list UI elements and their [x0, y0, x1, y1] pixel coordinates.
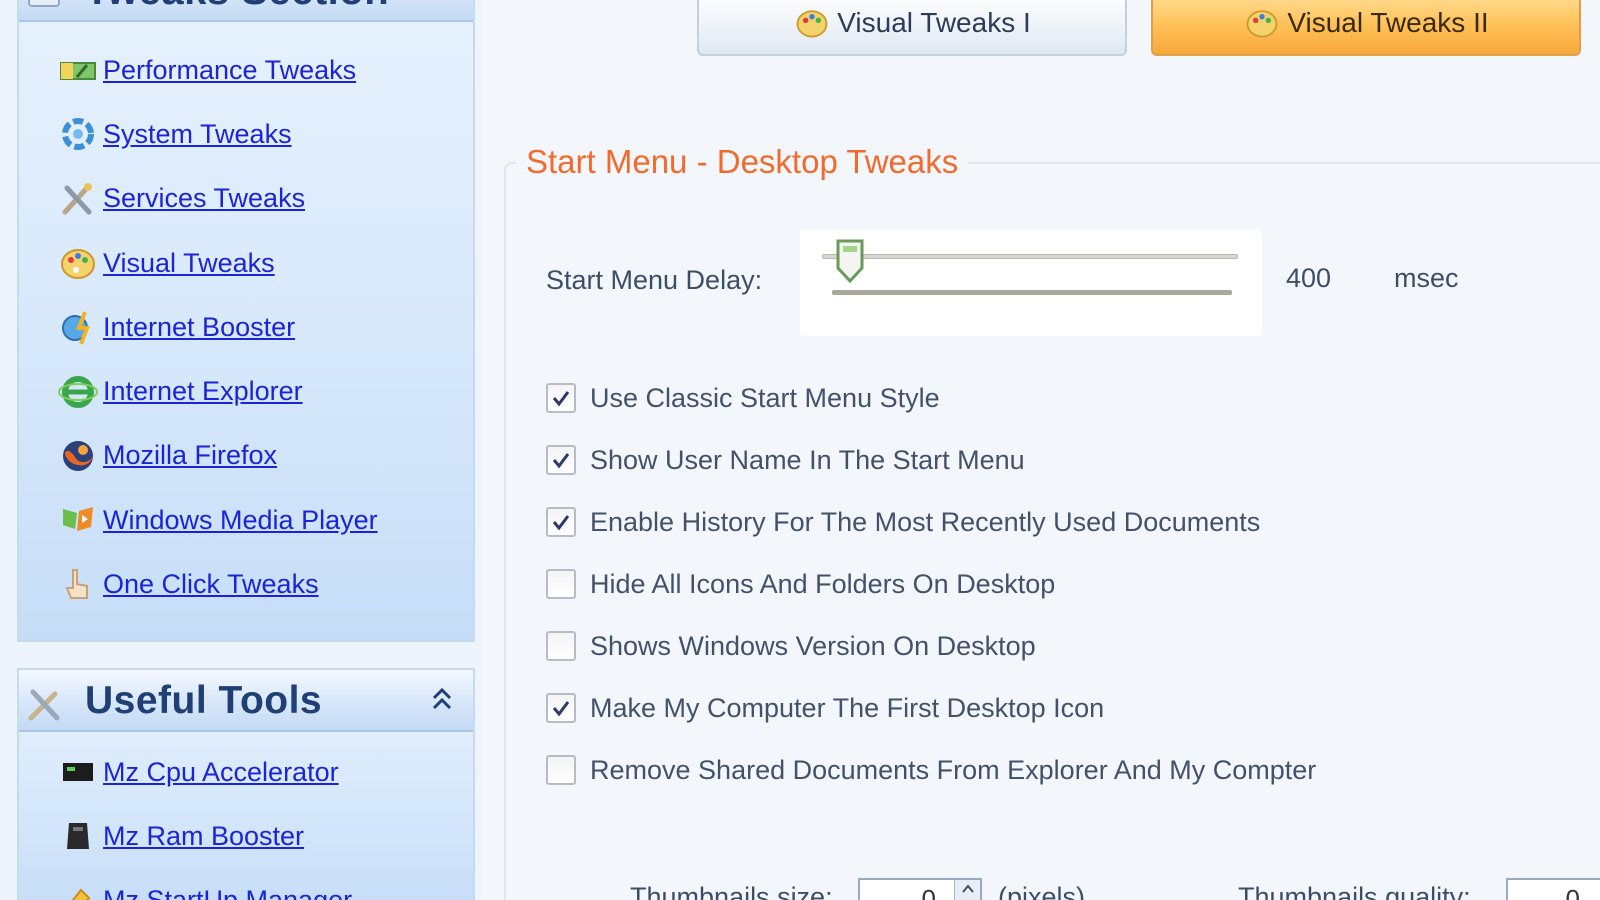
- option-row[interactable]: Enable History For The Most Recently Use…: [546, 502, 1260, 542]
- option-row[interactable]: Make My Computer The First Desktop Icon: [546, 688, 1104, 728]
- sidebar-item-mozilla-firefox[interactable]: Mozilla Firefox: [19, 424, 473, 488]
- internet-explorer-icon: [58, 375, 98, 408]
- sidebar-item-label[interactable]: System Tweaks: [103, 119, 292, 150]
- slider-track[interactable]: [822, 254, 1238, 259]
- sidebar-item-label[interactable]: One Click Tweaks: [103, 569, 319, 600]
- tweaks-panel-title: Tweaks Section: [85, 0, 389, 14]
- checkmark-icon: [552, 701, 570, 717]
- sidebar-item-visual-tweaks[interactable]: Visual Tweaks: [19, 231, 473, 295]
- sidebar-item-ram-booster[interactable]: Mz Ram Booster: [19, 804, 473, 868]
- sidebar-item-label[interactable]: Mozilla Firefox: [103, 440, 277, 471]
- slider-tick-bar: [832, 290, 1232, 295]
- system-icon: [62, 118, 94, 151]
- chevron-up-icon[interactable]: [955, 880, 981, 898]
- checkbox-checked[interactable]: [546, 383, 576, 413]
- option-row[interactable]: Show User Name In The Start Menu: [546, 440, 1025, 480]
- sidebar-item-label[interactable]: Mz Cpu Accelerator: [103, 757, 339, 788]
- sidebar-item-one-click-tweaks[interactable]: One Click Tweaks: [19, 552, 473, 616]
- option-label: Make My Computer The First Desktop Icon: [590, 692, 1105, 723]
- thumbnails-quality-value: 0: [1565, 884, 1580, 900]
- delay-value: 400: [1286, 263, 1332, 293]
- thumbnails-size-stepper[interactable]: 0: [858, 878, 982, 900]
- sidebar-item-label[interactable]: Visual Tweaks: [103, 248, 275, 279]
- sidebar-item-internet-explorer[interactable]: Internet Explorer: [19, 359, 473, 423]
- checkbox-unchecked[interactable]: [546, 631, 576, 661]
- thumbnails-quality-label: Thumbnails quality:: [1238, 882, 1471, 900]
- palette-icon: [61, 249, 95, 280]
- checkbox-unchecked[interactable]: [546, 569, 576, 599]
- checkmark-icon: [552, 515, 570, 531]
- palette-icon: [1246, 10, 1278, 38]
- option-row[interactable]: Use Classic Start Menu Style: [546, 378, 940, 418]
- thumbnails-size-unit: (pixels): [998, 882, 1086, 900]
- media-player-icon: [63, 507, 93, 532]
- tab-visual-tweaks-1[interactable]: Visual Tweaks I: [697, 0, 1127, 56]
- useful-tools-panel: Useful Tools Mz Cpu Accelerator Mz Ram B…: [17, 668, 475, 900]
- sidebar-item-startup-manager[interactable]: Mz StartUp Manager: [19, 869, 473, 900]
- sidebar-item-label[interactable]: Mz Ram Booster: [103, 821, 304, 852]
- ram-icon: [67, 823, 89, 850]
- one-click-icon: [65, 568, 88, 599]
- sidebar-item-label[interactable]: Internet Explorer: [103, 376, 303, 407]
- tweaks-nav-list: Performance Tweaks System Tweaks Service…: [19, 38, 473, 617]
- option-label: Enable History For The Most Recently Use…: [590, 506, 1261, 537]
- tools-icon: [28, 689, 60, 721]
- tab-visual-tweaks-2[interactable]: Visual Tweaks II: [1151, 0, 1581, 56]
- performance-icon: [60, 62, 96, 81]
- sidebar-item-label[interactable]: Internet Booster: [103, 312, 295, 343]
- useful-tools-panel-header[interactable]: Useful Tools: [19, 670, 473, 732]
- sidebar-item-cpu-accelerator[interactable]: Mz Cpu Accelerator: [19, 740, 473, 804]
- sidebar-item-label[interactable]: Performance Tweaks: [103, 55, 356, 86]
- option-row[interactable]: Remove Shared Documents From Explorer An…: [546, 750, 1316, 790]
- checkbox-unchecked[interactable]: [546, 755, 576, 785]
- sidebar-item-performance-tweaks[interactable]: Performance Tweaks: [19, 38, 473, 102]
- thumbnails-size-value: 0: [921, 884, 936, 900]
- delay-unit: msec: [1394, 263, 1459, 293]
- start-menu-delay-label: Start Menu Delay:: [546, 265, 763, 295]
- services-icon: [62, 182, 92, 215]
- checkmark-icon: [552, 391, 570, 407]
- tab-label: Visual Tweaks I: [837, 7, 1031, 38]
- thumbnails-quality-stepper[interactable]: 0: [1506, 878, 1600, 900]
- chevron-up-double-icon[interactable]: [427, 682, 457, 716]
- tweaks-panel-header[interactable]: Tweaks Section: [19, 0, 473, 22]
- option-label: Shows Windows Version On Desktop: [590, 630, 1036, 661]
- firefox-icon: [63, 440, 93, 471]
- tweaks-panel: Tweaks Section Performance Tweaks System…: [17, 0, 475, 642]
- startup-icon: [71, 888, 91, 900]
- useful-tools-panel-title: Useful Tools: [85, 679, 323, 722]
- palette-icon: [796, 10, 828, 38]
- thumbnails-size-label: Thumbnails size:: [630, 882, 833, 900]
- tweaks-icon: [28, 0, 60, 7]
- tools-nav-list: Mz Cpu Accelerator Mz Ram Booster Mz Sta…: [19, 740, 473, 900]
- sidebar-item-label[interactable]: Windows Media Player: [103, 505, 378, 536]
- option-label: Show User Name In The Start Menu: [590, 444, 1025, 475]
- option-label: Hide All Icons And Folders On Desktop: [590, 568, 1056, 599]
- sidebar-item-system-tweaks[interactable]: System Tweaks: [19, 102, 473, 166]
- tab-label: Visual Tweaks II: [1287, 7, 1489, 38]
- option-row[interactable]: Hide All Icons And Folders On Desktop: [546, 564, 1055, 604]
- checkmark-icon: [552, 453, 570, 469]
- option-label: Use Classic Start Menu Style: [590, 382, 940, 413]
- sidebar-item-label[interactable]: Mz StartUp Manager: [103, 885, 352, 900]
- sidebar-item-windows-media-player[interactable]: Windows Media Player: [19, 488, 473, 552]
- option-label: Remove Shared Documents From Explorer An…: [590, 754, 1317, 785]
- spin-arrows[interactable]: [954, 880, 980, 900]
- internet-booster-icon: [62, 311, 90, 346]
- checkbox-checked[interactable]: [546, 507, 576, 537]
- start-menu-delay-slider[interactable]: [800, 230, 1262, 336]
- checkbox-checked[interactable]: [546, 693, 576, 723]
- group-title: Start Menu - Desktop Tweaks: [516, 143, 969, 181]
- cpu-icon: [63, 763, 93, 782]
- sidebar-item-label[interactable]: Services Tweaks: [103, 183, 305, 214]
- sidebar-item-internet-booster[interactable]: Internet Booster: [19, 295, 473, 359]
- checkbox-checked[interactable]: [546, 445, 576, 475]
- option-row[interactable]: Shows Windows Version On Desktop: [546, 626, 1036, 666]
- sidebar-item-services-tweaks[interactable]: Services Tweaks: [19, 167, 473, 231]
- slider-thumb[interactable]: [835, 238, 865, 284]
